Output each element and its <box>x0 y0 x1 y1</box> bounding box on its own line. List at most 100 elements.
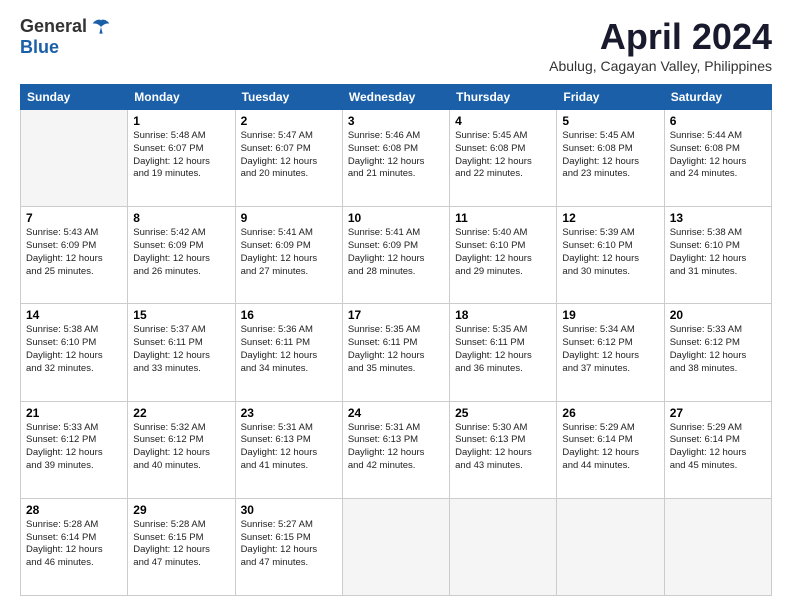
calendar-cell: 30 Sunrise: 5:27 AM Sunset: 6:15 PM Dayli… <box>235 498 342 595</box>
calendar-week-row: 28 Sunrise: 5:28 AM Sunset: 6:14 PM Dayli… <box>21 498 772 595</box>
calendar-cell: 29 Sunrise: 5:28 AM Sunset: 6:15 PM Dayli… <box>128 498 235 595</box>
calendar-header-row: SundayMondayTuesdayWednesdayThursdayFrid… <box>21 85 772 110</box>
day-content: Sunrise: 5:28 AM Sunset: 6:15 PM Dayligh… <box>133 519 229 570</box>
day-content: Sunrise: 5:30 AM Sunset: 6:13 PM Dayligh… <box>455 422 551 473</box>
calendar-table: SundayMondayTuesdayWednesdayThursdayFrid… <box>20 84 772 596</box>
day-content: Sunrise: 5:35 AM Sunset: 6:11 PM Dayligh… <box>348 324 444 375</box>
day-content: Sunrise: 5:34 AM Sunset: 6:12 PM Dayligh… <box>562 324 658 375</box>
day-number: 13 <box>670 211 766 225</box>
day-number: 14 <box>26 308 122 322</box>
day-number: 25 <box>455 406 551 420</box>
calendar-cell: 24 Sunrise: 5:31 AM Sunset: 6:13 PM Dayli… <box>342 401 449 498</box>
day-number: 11 <box>455 211 551 225</box>
day-number: 7 <box>26 211 122 225</box>
day-content: Sunrise: 5:27 AM Sunset: 6:15 PM Dayligh… <box>241 519 337 570</box>
day-content: Sunrise: 5:33 AM Sunset: 6:12 PM Dayligh… <box>670 324 766 375</box>
day-content: Sunrise: 5:41 AM Sunset: 6:09 PM Dayligh… <box>348 227 444 278</box>
day-content: Sunrise: 5:28 AM Sunset: 6:14 PM Dayligh… <box>26 519 122 570</box>
day-content: Sunrise: 5:38 AM Sunset: 6:10 PM Dayligh… <box>670 227 766 278</box>
day-content: Sunrise: 5:32 AM Sunset: 6:12 PM Dayligh… <box>133 422 229 473</box>
logo-blue-text: Blue <box>20 37 59 58</box>
day-content: Sunrise: 5:29 AM Sunset: 6:14 PM Dayligh… <box>562 422 658 473</box>
calendar-cell: 6Sunrise: 5:44 AM Sunset: 6:08 PM Daylig… <box>664 110 771 207</box>
calendar-cell: 12 Sunrise: 5:39 AM Sunset: 6:10 PM Dayli… <box>557 207 664 304</box>
calendar-day-header: Tuesday <box>235 85 342 110</box>
calendar-cell: 22 Sunrise: 5:32 AM Sunset: 6:12 PM Dayli… <box>128 401 235 498</box>
day-content: Sunrise: 5:31 AM Sunset: 6:13 PM Dayligh… <box>348 422 444 473</box>
day-content: Sunrise: 5:43 AM Sunset: 6:09 PM Dayligh… <box>26 227 122 278</box>
calendar-cell: 7 Sunrise: 5:43 AM Sunset: 6:09 PM Daylig… <box>21 207 128 304</box>
calendar-cell: 25 Sunrise: 5:30 AM Sunset: 6:13 PM Dayli… <box>450 401 557 498</box>
day-number: 27 <box>670 406 766 420</box>
day-content: Sunrise: 5:47 AM Sunset: 6:07 PM Dayligh… <box>241 130 337 181</box>
calendar-cell: 2 Sunrise: 5:47 AM Sunset: 6:07 PM Daylig… <box>235 110 342 207</box>
logo: General Blue <box>20 16 111 58</box>
day-number: 21 <box>26 406 122 420</box>
day-number: 8 <box>133 211 229 225</box>
logo-bird-icon <box>91 17 111 37</box>
day-content: Sunrise: 5:44 AM Sunset: 6:08 PM Dayligh… <box>670 130 766 181</box>
calendar-cell <box>450 498 557 595</box>
day-content: Sunrise: 5:37 AM Sunset: 6:11 PM Dayligh… <box>133 324 229 375</box>
calendar-cell: 14 Sunrise: 5:38 AM Sunset: 6:10 PM Dayli… <box>21 304 128 401</box>
title-area: April 2024 Abulug, Cagayan Valley, Phili… <box>549 16 772 74</box>
calendar-day-header: Wednesday <box>342 85 449 110</box>
day-content: Sunrise: 5:41 AM Sunset: 6:09 PM Dayligh… <box>241 227 337 278</box>
logo-text: General <box>20 16 111 37</box>
day-number: 20 <box>670 308 766 322</box>
day-number: 29 <box>133 503 229 517</box>
calendar-cell <box>21 110 128 207</box>
calendar-cell: 21 Sunrise: 5:33 AM Sunset: 6:12 PM Dayli… <box>21 401 128 498</box>
day-content: Sunrise: 5:39 AM Sunset: 6:10 PM Dayligh… <box>562 227 658 278</box>
day-number: 15 <box>133 308 229 322</box>
day-number: 16 <box>241 308 337 322</box>
calendar-cell: 19 Sunrise: 5:34 AM Sunset: 6:12 PM Dayli… <box>557 304 664 401</box>
day-number: 23 <box>241 406 337 420</box>
day-number: 5 <box>562 114 658 128</box>
calendar-cell: 4 Sunrise: 5:45 AM Sunset: 6:08 PM Daylig… <box>450 110 557 207</box>
day-number: 30 <box>241 503 337 517</box>
calendar-cell: 28 Sunrise: 5:28 AM Sunset: 6:14 PM Dayli… <box>21 498 128 595</box>
day-number: 28 <box>26 503 122 517</box>
day-number: 1 <box>133 114 229 128</box>
logo-general-text: General <box>20 16 87 37</box>
calendar-cell: 16Sunrise: 5:36 AM Sunset: 6:11 PM Dayli… <box>235 304 342 401</box>
day-number: 19 <box>562 308 658 322</box>
day-number: 2 <box>241 114 337 128</box>
calendar-cell: 13 Sunrise: 5:38 AM Sunset: 6:10 PM Dayli… <box>664 207 771 304</box>
day-content: Sunrise: 5:38 AM Sunset: 6:10 PM Dayligh… <box>26 324 122 375</box>
calendar-cell: 1Sunrise: 5:48 AM Sunset: 6:07 PM Daylig… <box>128 110 235 207</box>
day-number: 4 <box>455 114 551 128</box>
day-number: 3 <box>348 114 444 128</box>
calendar-cell: 8 Sunrise: 5:42 AM Sunset: 6:09 PM Daylig… <box>128 207 235 304</box>
calendar-cell <box>342 498 449 595</box>
day-content: Sunrise: 5:35 AM Sunset: 6:11 PM Dayligh… <box>455 324 551 375</box>
header: General Blue April 2024 Abulug, Cagayan … <box>20 16 772 74</box>
day-number: 18 <box>455 308 551 322</box>
day-content: Sunrise: 5:40 AM Sunset: 6:10 PM Dayligh… <box>455 227 551 278</box>
day-number: 10 <box>348 211 444 225</box>
day-content: Sunrise: 5:29 AM Sunset: 6:14 PM Dayligh… <box>670 422 766 473</box>
page: General Blue April 2024 Abulug, Cagayan … <box>0 0 792 612</box>
day-number: 9 <box>241 211 337 225</box>
calendar-cell: 10 Sunrise: 5:41 AM Sunset: 6:09 PM Dayli… <box>342 207 449 304</box>
day-number: 22 <box>133 406 229 420</box>
month-title: April 2024 <box>549 16 772 58</box>
day-content: Sunrise: 5:46 AM Sunset: 6:08 PM Dayligh… <box>348 130 444 181</box>
calendar-cell: 9 Sunrise: 5:41 AM Sunset: 6:09 PM Daylig… <box>235 207 342 304</box>
calendar-week-row: 7 Sunrise: 5:43 AM Sunset: 6:09 PM Daylig… <box>21 207 772 304</box>
calendar-day-header: Monday <box>128 85 235 110</box>
calendar-day-header: Thursday <box>450 85 557 110</box>
day-content: Sunrise: 5:45 AM Sunset: 6:08 PM Dayligh… <box>455 130 551 181</box>
calendar-cell: 23 Sunrise: 5:31 AM Sunset: 6:13 PM Dayli… <box>235 401 342 498</box>
day-content: Sunrise: 5:42 AM Sunset: 6:09 PM Dayligh… <box>133 227 229 278</box>
day-number: 24 <box>348 406 444 420</box>
day-content: Sunrise: 5:31 AM Sunset: 6:13 PM Dayligh… <box>241 422 337 473</box>
day-number: 12 <box>562 211 658 225</box>
calendar-cell: 11 Sunrise: 5:40 AM Sunset: 6:10 PM Dayli… <box>450 207 557 304</box>
day-content: Sunrise: 5:33 AM Sunset: 6:12 PM Dayligh… <box>26 422 122 473</box>
calendar-cell: 18 Sunrise: 5:35 AM Sunset: 6:11 PM Dayli… <box>450 304 557 401</box>
calendar-day-header: Saturday <box>664 85 771 110</box>
day-number: 17 <box>348 308 444 322</box>
day-number: 26 <box>562 406 658 420</box>
